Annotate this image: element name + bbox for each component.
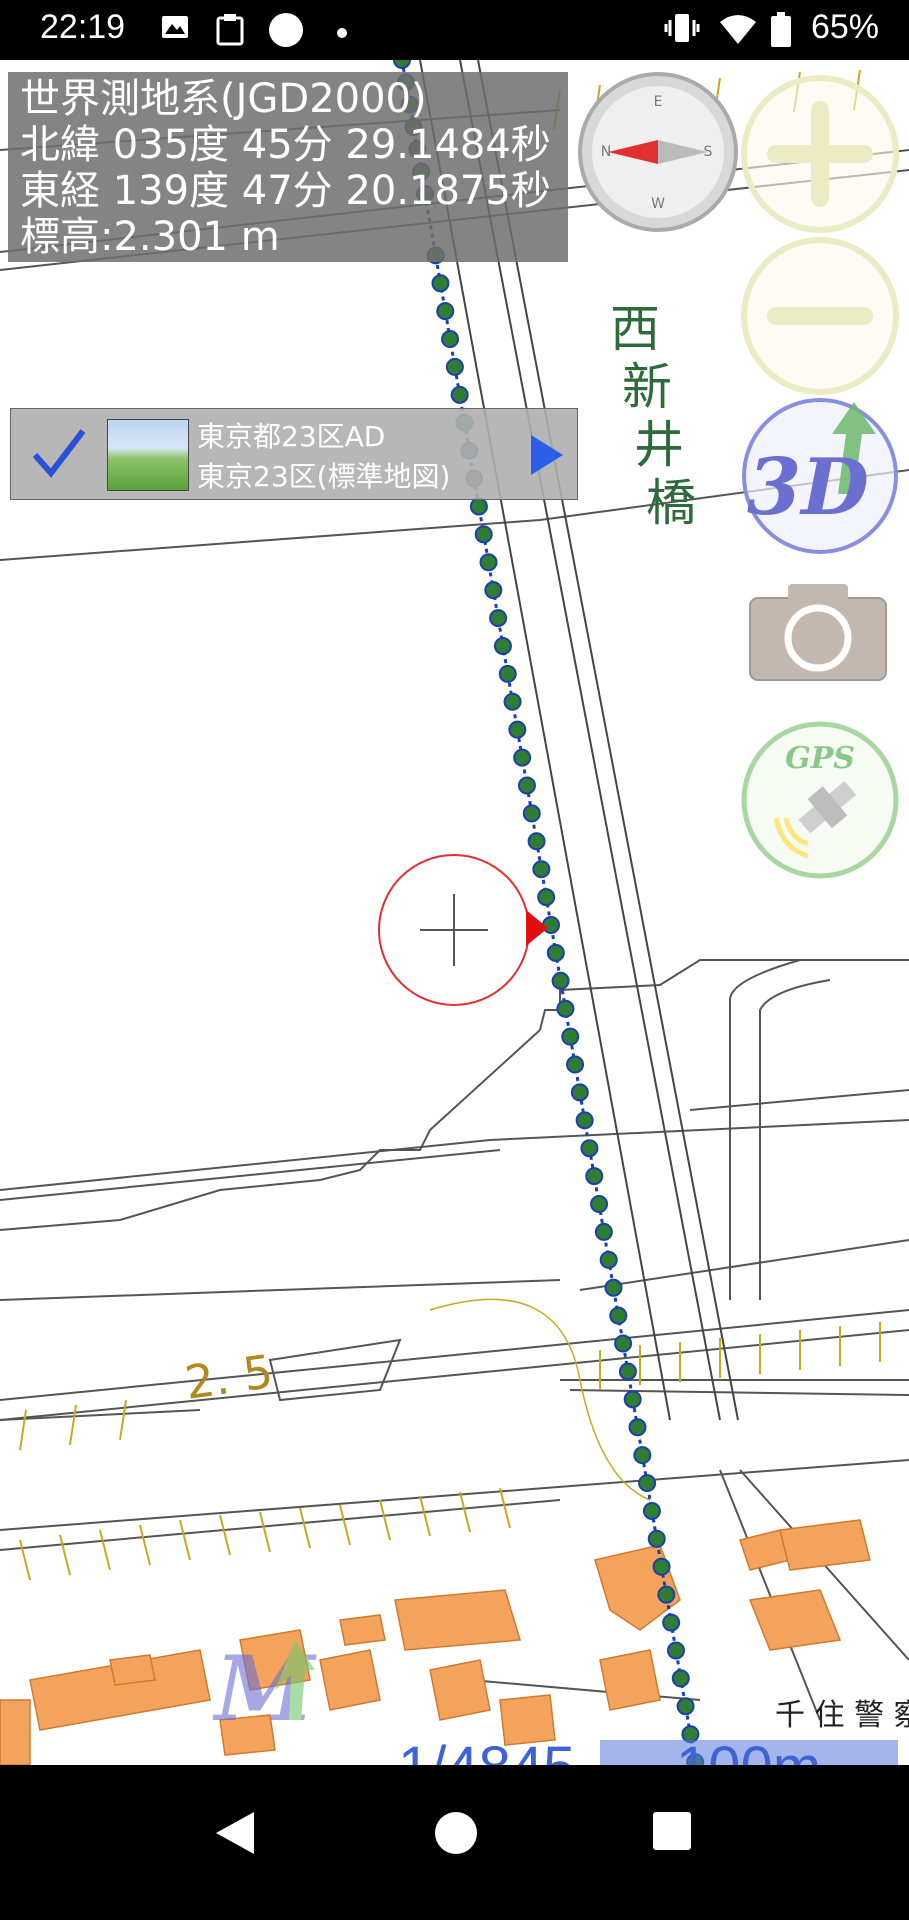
track-point <box>450 385 469 404</box>
bridge-label: 西 新 井 橋 <box>610 300 700 532</box>
compass-icon[interactable]: E S W N <box>576 70 740 238</box>
track-point <box>614 1334 633 1353</box>
track-point <box>657 1585 676 1604</box>
track-point <box>474 525 493 544</box>
bridge-label-char: 西 <box>610 300 660 358</box>
layer-thumbnail <box>107 419 189 491</box>
wifi-icon <box>718 12 758 50</box>
latitude-label: 北緯 035度 45分 29.1484秒 <box>20 122 551 168</box>
recents-icon[interactable] <box>651 1810 693 1856</box>
track-point <box>441 330 460 349</box>
track-point <box>647 1529 666 1548</box>
track-point <box>580 1139 599 1158</box>
track-point <box>489 609 508 628</box>
zoom-out-button[interactable] <box>738 234 902 402</box>
track-point <box>493 636 512 655</box>
navigation-bar <box>0 1765 909 1920</box>
track-point <box>623 1390 642 1409</box>
track-point <box>594 1222 613 1241</box>
back-icon[interactable] <box>214 1810 256 1860</box>
center-crosshair <box>376 852 566 1016</box>
track-point <box>503 692 522 711</box>
track-point <box>633 1446 652 1465</box>
clipboard-icon <box>215 12 245 50</box>
track-point <box>436 302 455 321</box>
vibrate-icon <box>664 12 700 48</box>
track-point <box>618 1362 637 1381</box>
track-point <box>638 1474 657 1493</box>
home-icon[interactable] <box>433 1810 479 1860</box>
zoom-in-button[interactable] <box>738 72 902 240</box>
track-point <box>522 804 541 823</box>
track-point <box>479 553 498 572</box>
track-point <box>570 1083 589 1102</box>
checkmark-icon[interactable] <box>31 423 87 487</box>
track-point <box>666 1641 685 1660</box>
track-point <box>585 1167 604 1186</box>
track-point <box>393 60 411 69</box>
track-point <box>590 1195 609 1214</box>
coordinate-panel: 世界測地系(JGD2000) 北緯 035度 45分 29.1484秒 東経 1… <box>8 72 568 262</box>
layer-name-secondary: 東京23区(標準地図) <box>197 460 451 493</box>
track-point <box>599 1250 618 1269</box>
status-time: 22:19 <box>40 8 126 46</box>
track-point <box>513 748 532 767</box>
gps-label: GPS <box>785 741 855 776</box>
track-point <box>628 1418 647 1437</box>
image-icon <box>160 12 190 46</box>
bridge-label-char: 橋 <box>646 474 696 532</box>
layer-name-primary: 東京都23区AD <box>197 420 386 453</box>
battery-icon <box>770 12 792 52</box>
elevation-label: 標高:2.301 m <box>20 214 280 260</box>
camera-button[interactable] <box>748 580 888 686</box>
status-bar: 22:19 65% <box>0 0 909 60</box>
track-point <box>517 776 536 795</box>
app-logo-watermark: M <box>205 1630 345 1744</box>
track-point <box>566 1055 585 1074</box>
track-point <box>662 1613 681 1632</box>
track-point <box>671 1669 690 1688</box>
datum-label: 世界測地系(JGD2000) <box>20 76 427 122</box>
track-point <box>561 1027 580 1046</box>
gps-button[interactable]: GPS <box>738 718 902 886</box>
track-point <box>469 497 488 516</box>
track-point <box>604 1278 623 1297</box>
3d-label: 3D <box>747 442 869 533</box>
svg-text:W: W <box>651 196 665 212</box>
police-label: 千 住 警 察 <box>775 1698 909 1733</box>
track-point <box>431 274 450 293</box>
track-point <box>652 1557 671 1576</box>
track-point <box>575 1111 594 1130</box>
dot-icon <box>336 24 348 43</box>
track-point <box>676 1697 695 1716</box>
layer-selector[interactable]: 東京都23区AD 東京23区(標準地図) <box>10 408 578 500</box>
bridge-label-char: 新 <box>622 358 672 416</box>
track-point <box>527 832 546 851</box>
track-point <box>609 1306 628 1325</box>
track-point <box>642 1501 661 1520</box>
track-point <box>508 720 527 739</box>
bridge-label-char: 井 <box>634 416 684 474</box>
svg-text:E: E <box>654 94 663 110</box>
track-point <box>498 664 517 683</box>
next-layer-icon[interactable] <box>529 433 565 481</box>
battery-percent: 65% <box>810 8 879 46</box>
track-point <box>445 357 464 376</box>
3d-button[interactable]: 3D <box>738 394 902 562</box>
layer-names: 東京都23区AD 東京23区(標準地図) <box>197 417 450 497</box>
circle-icon <box>268 12 304 52</box>
track-point <box>484 581 503 600</box>
longitude-label: 東経 139度 47分 20.1875秒 <box>20 168 551 214</box>
